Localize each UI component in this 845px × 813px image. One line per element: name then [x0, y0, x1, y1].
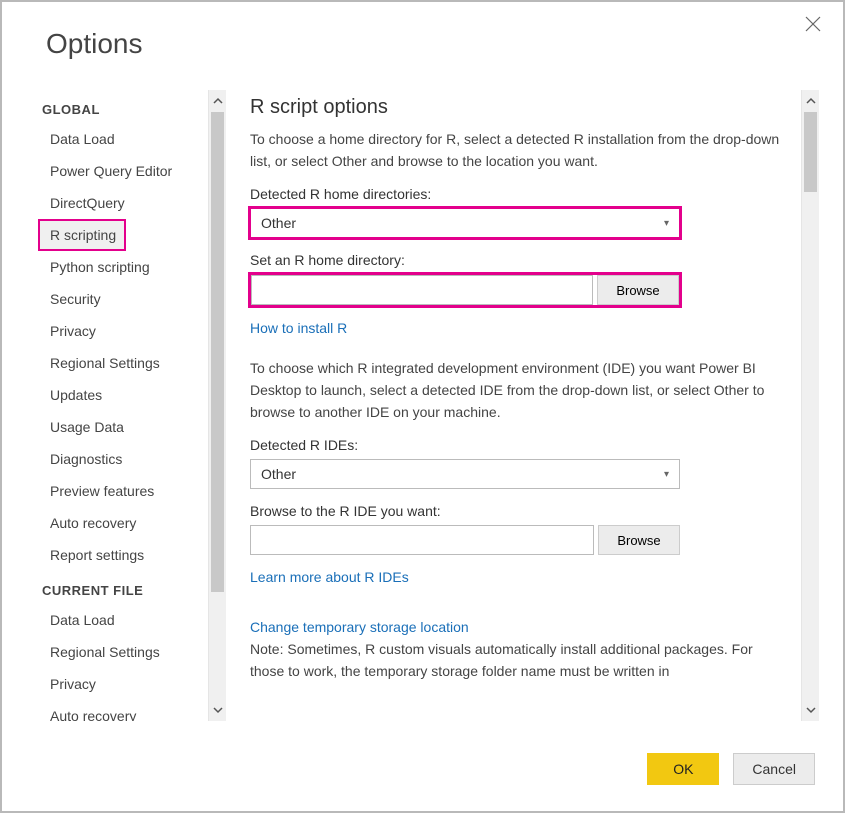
intro-text: To choose a home directory for R, select… [250, 129, 787, 172]
scrollbar-thumb[interactable] [211, 112, 224, 592]
temp-storage-note: Note: Sometimes, R custom visuals automa… [250, 639, 787, 682]
sidebar-item-data-load[interactable]: Data Load [38, 123, 208, 155]
close-icon[interactable] [805, 16, 825, 36]
detected-r-home-value: Other [261, 215, 296, 231]
learn-more-r-ides-link[interactable]: Learn more about R IDEs [250, 569, 409, 585]
sidebar-item-security[interactable]: Security [38, 283, 208, 315]
sidebar-item-updates[interactable]: Updates [38, 379, 208, 411]
scrollbar-thumb[interactable] [804, 112, 817, 192]
browse-r-home-button[interactable]: Browse [597, 275, 679, 305]
sidebar-item-cf-privacy[interactable]: Privacy [38, 668, 208, 700]
sidebar-item-regional-settings[interactable]: Regional Settings [38, 347, 208, 379]
how-to-install-r-link[interactable]: How to install R [250, 320, 347, 336]
sidebar-item-power-query-editor[interactable]: Power Query Editor [38, 155, 208, 187]
main-panel: R script options To choose a home direct… [226, 90, 801, 721]
set-r-home-label: Set an R home directory: [250, 252, 787, 268]
detected-r-ides-dropdown[interactable]: Other ▾ [250, 459, 680, 489]
sidebar-scrollbar[interactable] [208, 90, 226, 721]
browse-r-ide-label: Browse to the R IDE you want: [250, 503, 787, 519]
detected-r-ides-label: Detected R IDEs: [250, 437, 787, 453]
change-temp-storage-link[interactable]: Change temporary storage location [250, 619, 469, 635]
r-ide-path-input[interactable] [250, 525, 594, 555]
sidebar-item-cf-regional-settings[interactable]: Regional Settings [38, 636, 208, 668]
detected-r-home-label: Detected R home directories: [250, 186, 787, 202]
section-title: R script options [250, 96, 787, 119]
sidebar-item-cf-data-load[interactable]: Data Load [38, 604, 208, 636]
ide-intro-text: To choose which R integrated development… [250, 358, 787, 423]
chevron-down-icon[interactable] [802, 699, 819, 721]
sidebar-item-cf-auto-recovery[interactable]: Auto recovery [38, 700, 208, 721]
sidebar-item-preview-features[interactable]: Preview features [38, 475, 208, 507]
detected-r-ides-value: Other [261, 466, 296, 482]
sidebar-item-report-settings[interactable]: Report settings [38, 539, 208, 571]
detected-r-home-dropdown[interactable]: Other ▾ [250, 208, 680, 238]
sidebar-item-python-scripting[interactable]: Python scripting [38, 251, 208, 283]
main-scrollbar[interactable] [801, 90, 819, 721]
sidebar-item-diagnostics[interactable]: Diagnostics [38, 443, 208, 475]
dialog-title: Options [2, 2, 843, 60]
sidebar-item-directquery[interactable]: DirectQuery [38, 187, 208, 219]
browse-r-ide-button[interactable]: Browse [598, 525, 680, 555]
sidebar-item-auto-recovery[interactable]: Auto recovery [38, 507, 208, 539]
chevron-down-icon: ▾ [664, 218, 669, 229]
chevron-up-icon[interactable] [209, 90, 226, 112]
sidebar-section-current-file: CURRENT FILE [38, 571, 208, 604]
ok-button[interactable]: OK [647, 753, 719, 785]
cancel-button[interactable]: Cancel [733, 753, 815, 785]
chevron-up-icon[interactable] [802, 90, 819, 112]
sidebar-item-r-scripting[interactable]: R scripting [38, 219, 126, 251]
r-home-directory-input[interactable] [251, 275, 593, 305]
sidebar-section-global: GLOBAL [38, 90, 208, 123]
chevron-down-icon: ▾ [664, 469, 669, 480]
sidebar-item-privacy[interactable]: Privacy [38, 315, 208, 347]
sidebar-item-usage-data[interactable]: Usage Data [38, 411, 208, 443]
sidebar: GLOBAL Data Load Power Query Editor Dire… [38, 90, 208, 721]
chevron-down-icon[interactable] [209, 699, 226, 721]
